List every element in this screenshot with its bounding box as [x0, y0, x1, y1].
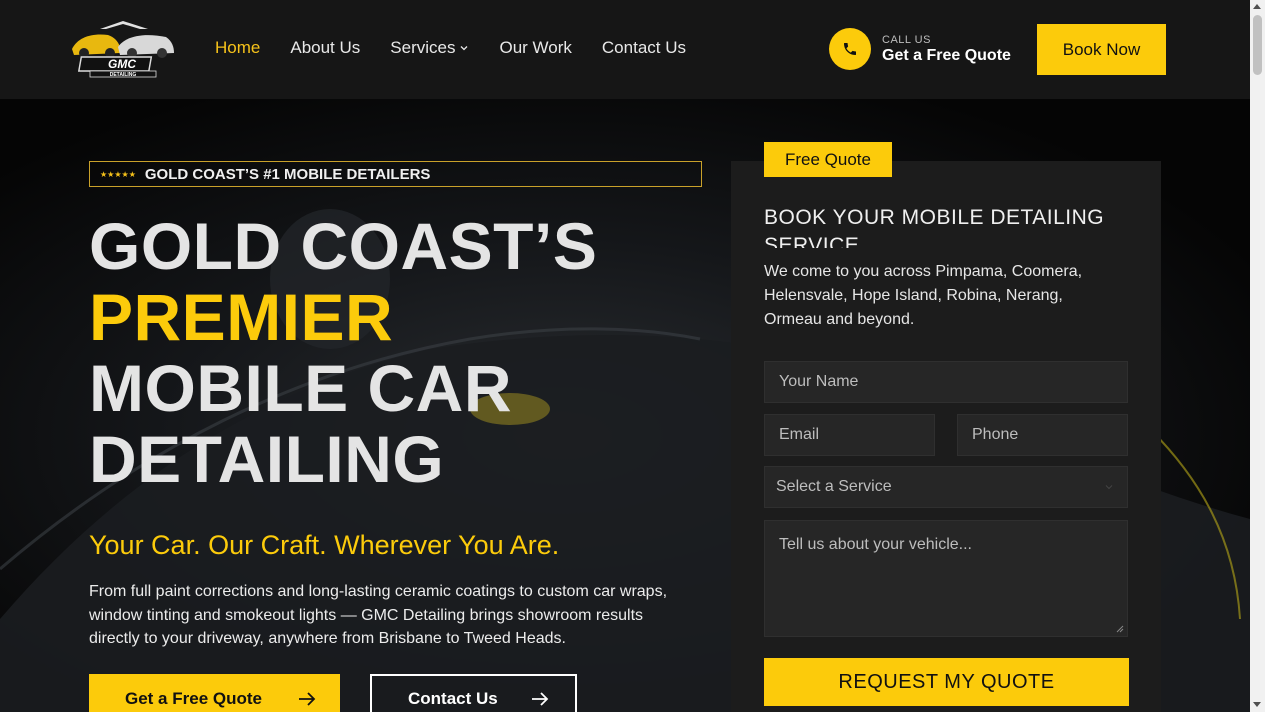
service-select[interactable]: Select a Service: [764, 466, 1128, 508]
arrow-right-icon: [532, 692, 549, 706]
contact-us-button[interactable]: Contact Us: [370, 674, 577, 712]
hero-tagline: Your Car. Our Craft. Wherever You Are.: [89, 530, 560, 560]
nav-contact-us[interactable]: Contact Us: [602, 38, 686, 58]
contact-us-label: Contact Us: [408, 689, 498, 708]
form-subtitle: We come to you across Pimpama, Coomera, …: [764, 263, 1083, 328]
phone-input[interactable]: Phone: [957, 414, 1128, 456]
logo-text: GMC: [108, 57, 136, 71]
nav-our-work[interactable]: Our Work: [499, 38, 571, 58]
top-rated-badge: ★★★★★ GOLD COAST’S #1 MOBILE DETAILERS: [89, 161, 702, 187]
email-input[interactable]: Email: [764, 414, 935, 456]
scrollbar-thumb[interactable]: [1253, 15, 1262, 75]
site-header: GMC DETAILING Home About Us Services Our…: [0, 0, 1250, 99]
get-free-quote-button[interactable]: Get a Free Quote: [89, 674, 340, 712]
get-free-quote-label: Get a Free Quote: [125, 689, 262, 708]
name-input[interactable]: Your Name: [764, 361, 1128, 403]
nav-services-label: Services: [390, 38, 456, 57]
headline-line-2: PREMIER: [89, 280, 394, 354]
hero-description: From full paint corrections and long-las…: [89, 583, 668, 647]
headline-line-1: GOLD COAST’S: [89, 209, 598, 283]
free-quote-tag: Free Quote: [764, 142, 892, 177]
page-scrollbar[interactable]: [1250, 0, 1265, 712]
headline-line-3: MOBILE CAR: [89, 351, 512, 425]
badge-text: GOLD COAST’S #1 MOBILE DETAILERS: [144, 165, 431, 183]
form-title: BOOK YOUR MOBILE DETAILING SERVICE: [764, 206, 1105, 248]
vehicle-message-textarea[interactable]: Tell us about your vehicle...: [764, 520, 1128, 637]
main-nav: Home About Us Services Our Work Contact …: [215, 38, 686, 58]
call-us-block[interactable]: CALL US Get a Free Quote: [829, 28, 1011, 70]
nav-services[interactable]: Services: [390, 38, 469, 58]
chevron-down-icon: [1105, 485, 1113, 490]
message-placeholder: Tell us about your vehicle...: [779, 536, 972, 553]
book-now-button[interactable]: Book Now: [1037, 24, 1166, 75]
scroll-up-icon[interactable]: [1253, 4, 1261, 9]
phone-icon: [829, 28, 871, 70]
nav-about-us[interactable]: About Us: [290, 38, 360, 58]
logo-subtext: DETAILING: [110, 72, 137, 78]
call-free-quote: Get a Free Quote: [882, 46, 1011, 64]
chevron-down-icon: [461, 46, 468, 51]
service-select-value: Select a Service: [776, 478, 892, 495]
request-quote-button[interactable]: REQUEST MY QUOTE: [764, 658, 1129, 706]
resize-handle-icon[interactable]: [1116, 625, 1124, 633]
gmc-detailing-logo[interactable]: GMC DETAILING: [70, 19, 176, 79]
star-rating-icon: ★★★★★: [100, 169, 136, 179]
page: GMC DETAILING Home About Us Services Our…: [0, 0, 1265, 712]
scroll-down-icon[interactable]: [1253, 702, 1261, 707]
headline-line-4: DETAILING: [89, 422, 445, 496]
call-us-label: CALL US: [882, 33, 931, 46]
nav-home[interactable]: Home: [215, 38, 260, 58]
arrow-right-icon: [299, 692, 316, 706]
